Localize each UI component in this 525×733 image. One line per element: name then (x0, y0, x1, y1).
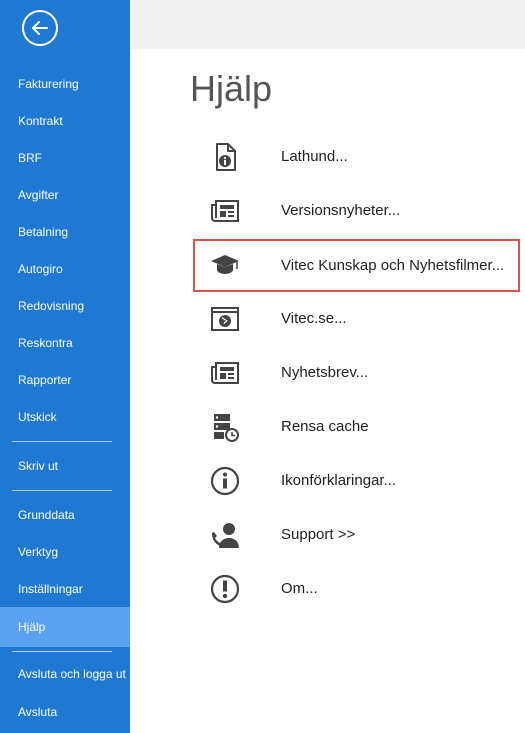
sidebar-item-label: Verktyg (18, 545, 59, 559)
help-item-versionsnyheter[interactable]: Versionsnyheter... (195, 186, 520, 236)
help-item-label: Rensa cache (281, 418, 369, 435)
help-item-label: Nyhetsbrev... (281, 364, 369, 381)
sidebar-item-verktyg[interactable]: Verktyg (0, 533, 130, 571)
sidebar-item-hjalp[interactable]: Hjälp (0, 607, 130, 647)
sidebar-item-installningar[interactable]: Inställningar (0, 570, 130, 608)
help-item-label: Versionsnyheter... (281, 202, 401, 219)
help-item-nyhetsbrev[interactable]: Nyhetsbrev... (195, 348, 520, 398)
sidebar-item-fakturering[interactable]: Fakturering (0, 65, 130, 103)
help-item-label: Support >> (281, 526, 356, 543)
sidebar-item-avsluta-och-logga-ut[interactable]: Avsluta och logga ut (0, 655, 130, 693)
help-item-rensa-cache[interactable]: Rensa cache (195, 402, 520, 452)
globe-window-icon (211, 307, 239, 331)
back-button[interactable] (22, 10, 58, 46)
sidebar-item-label: Avsluta (18, 705, 58, 719)
sidebar-item-label: Skriv ut (18, 459, 59, 473)
sidebar-item-brf[interactable]: BRF (0, 139, 130, 177)
sidebar-item-label: Utskick (18, 410, 57, 424)
sidebar-item-label: Kontrakt (18, 114, 63, 128)
sidebar: Fakturering Kontrakt BRF Avgifter Betaln… (0, 0, 130, 733)
help-item-om[interactable]: Om... (195, 564, 520, 614)
help-item-vitec-kunskap[interactable]: Vitec Kunskap och Nyhetsfilmer... (193, 239, 520, 292)
sidebar-item-label: Inställningar (18, 582, 83, 596)
help-item-ikonforklaringar[interactable]: Ikonförklaringar... (195, 456, 520, 506)
document-info-icon (216, 143, 236, 171)
graduation-cap-icon (211, 255, 239, 274)
sidebar-item-label: Reskontra (18, 336, 73, 350)
support-phone-user-icon (212, 523, 239, 548)
sidebar-item-skriv-ut[interactable]: Skriv ut (0, 447, 130, 485)
sidebar-item-avsluta[interactable]: Avsluta (0, 693, 130, 731)
info-circle-icon (210, 466, 240, 496)
help-item-label: Ikonförklaringar... (281, 472, 397, 489)
sidebar-item-utskick[interactable]: Utskick (0, 398, 130, 436)
help-item-support[interactable]: Support >> (195, 510, 520, 560)
exclamation-circle-icon (210, 574, 240, 604)
sidebar-item-reskontra[interactable]: Reskontra (0, 324, 130, 362)
sidebar-item-label: Hjälp (18, 620, 46, 634)
sidebar-divider (12, 441, 112, 442)
help-item-label: Vitec Kunskap och Nyhetsfilmer... (281, 257, 505, 274)
help-item-vitec-se[interactable]: Vitec.se... (195, 294, 520, 344)
sidebar-item-rapporter[interactable]: Rapporter (0, 361, 130, 399)
sidebar-item-redovisning[interactable]: Redovisning (0, 287, 130, 325)
sidebar-item-label: Autogiro (18, 262, 63, 276)
sidebar-item-label: Avsluta och logga ut (18, 667, 126, 681)
sidebar-item-kontrakt[interactable]: Kontrakt (0, 102, 130, 140)
help-item-label: Lathund... (281, 148, 348, 165)
newspaper-icon (211, 362, 239, 384)
page-title: Hjälp (190, 68, 273, 109)
newspaper-icon (211, 200, 239, 222)
sidebar-item-label: Fakturering (18, 77, 79, 91)
sidebar-divider (12, 651, 112, 652)
sidebar-item-label: Grunddata (18, 508, 75, 522)
sidebar-item-label: BRF (18, 151, 42, 165)
help-item-label: Vitec.se... (281, 310, 347, 327)
sidebar-item-label: Betalning (18, 225, 69, 239)
help-item-label: Om... (281, 580, 318, 597)
top-bar (130, 0, 525, 49)
sidebar-item-label: Avgifter (18, 188, 59, 202)
sidebar-item-betalning[interactable]: Betalning (0, 213, 130, 251)
server-clock-icon (214, 414, 239, 442)
help-item-lathund[interactable]: Lathund... (195, 132, 520, 182)
sidebar-item-grunddata[interactable]: Grunddata (0, 496, 130, 534)
sidebar-item-avgifter[interactable]: Avgifter (0, 176, 130, 214)
sidebar-divider (12, 490, 112, 491)
arrow-left-icon (32, 21, 48, 35)
sidebar-item-label: Rapporter (18, 373, 72, 387)
sidebar-item-autogiro[interactable]: Autogiro (0, 250, 130, 288)
sidebar-item-label: Redovisning (18, 299, 85, 313)
